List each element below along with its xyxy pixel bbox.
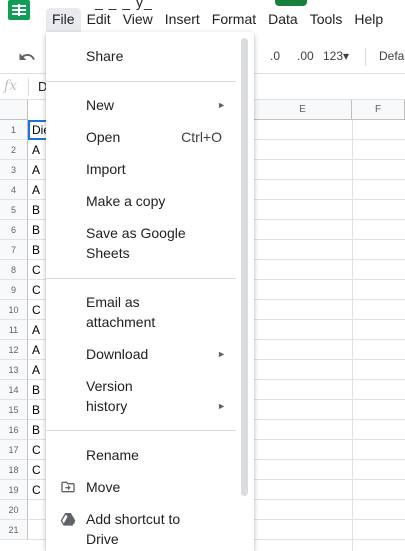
menu-item-email[interactable]: Email as attachment	[46, 292, 242, 332]
row-header[interactable]: 5	[0, 200, 28, 220]
row-gridline	[254, 259, 405, 260]
sheets-logo-icon[interactable]	[8, 0, 30, 20]
submenu-arrow-icon: ►	[217, 100, 226, 110]
menu-divider	[46, 278, 236, 279]
file-menu-dropdown: Share New ► Open Ctrl+O Import Make a copy…	[46, 32, 254, 551]
row-header[interactable]: 7	[0, 240, 28, 260]
row-gridline	[254, 459, 405, 460]
number-format-dropdown[interactable]: 123▾	[323, 49, 349, 63]
row-header[interactable]: 13	[0, 360, 28, 380]
row-header[interactable]: 9	[0, 280, 28, 300]
row-gridline	[254, 179, 405, 180]
row-header[interactable]: 2	[0, 140, 28, 160]
row-gridline	[254, 379, 405, 380]
menu-data[interactable]: Data	[262, 8, 304, 32]
row-gridline	[254, 319, 405, 320]
fx-icon: fx	[4, 78, 18, 94]
row-gridline	[254, 219, 405, 220]
row-header[interactable]: 8	[0, 260, 28, 280]
row-gridline	[254, 519, 405, 520]
drive-shortcut-icon	[60, 513, 76, 526]
menu-edit[interactable]: Edit	[81, 8, 117, 32]
menu-scrollbar[interactable]	[241, 38, 248, 496]
row-header[interactable]: 20	[0, 500, 28, 520]
increase-decimal-button[interactable]: .00	[297, 49, 314, 63]
row-header[interactable]: 16	[0, 420, 28, 440]
row-header[interactable]: 18	[0, 460, 28, 480]
row-header[interactable]: 14	[0, 380, 28, 400]
row-gridline	[254, 359, 405, 360]
share-button[interactable]	[275, 0, 307, 6]
menu-item-add-shortcut[interactable]: Add shortcut to Drive	[46, 509, 242, 549]
submenu-arrow-icon: ►	[217, 349, 226, 359]
menu-file[interactable]: File	[46, 8, 81, 32]
menu-view[interactable]: View	[117, 8, 159, 32]
move-folder-icon	[61, 481, 75, 493]
row-header[interactable]: 11	[0, 320, 28, 340]
row-gridline	[254, 159, 405, 160]
row-header[interactable]: 4	[0, 180, 28, 200]
row-header[interactable]: 3	[0, 160, 28, 180]
row-gridline	[254, 499, 405, 500]
menu-format[interactable]: Format	[206, 8, 262, 32]
toolbar-divider	[365, 48, 366, 66]
font-family-dropdown[interactable]: Defa	[379, 49, 404, 63]
row-gridline	[254, 279, 405, 280]
row-gridline	[254, 139, 405, 140]
undo-icon[interactable]	[18, 48, 36, 66]
column-gridline	[352, 120, 353, 551]
select-all-corner[interactable]	[0, 100, 28, 120]
row-header[interactable]: 21	[0, 520, 28, 540]
column-header-e[interactable]: E	[254, 100, 352, 120]
menu-tools[interactable]: Tools	[304, 8, 349, 32]
row-header[interactable]: 6	[0, 220, 28, 240]
formula-divider	[28, 78, 29, 96]
menu-item-version-history[interactable]: Version history ►	[46, 376, 242, 416]
menu-help[interactable]: Help	[348, 8, 389, 32]
row-header[interactable]: 19	[0, 480, 28, 500]
row-header[interactable]: 12	[0, 340, 28, 360]
menu-insert[interactable]: Insert	[159, 8, 206, 32]
row-header[interactable]: 15	[0, 400, 28, 420]
column-header-f[interactable]: F	[352, 100, 405, 120]
row-gridline	[254, 539, 405, 540]
row-header[interactable]: 10	[0, 300, 28, 320]
menu-item-save-as-sheets[interactable]: Save as Google Sheets	[46, 223, 242, 263]
row-gridline	[254, 439, 405, 440]
open-shortcut: Ctrl+O	[181, 129, 222, 145]
submenu-arrow-icon: ►	[217, 401, 226, 411]
row-gridline	[254, 199, 405, 200]
decrease-decimal-button[interactable]: .0	[270, 49, 280, 63]
row-gridline	[254, 299, 405, 300]
menu-bar: File Edit View Insert Format Data Tools …	[46, 8, 389, 32]
menu-divider	[46, 430, 236, 431]
menu-divider	[46, 81, 236, 82]
row-gridline	[254, 419, 405, 420]
row-gridline	[254, 239, 405, 240]
row-gridline	[254, 399, 405, 400]
row-header[interactable]: 17	[0, 440, 28, 460]
row-header[interactable]: 1	[0, 120, 28, 140]
row-gridline	[254, 339, 405, 340]
row-gridline	[254, 479, 405, 480]
